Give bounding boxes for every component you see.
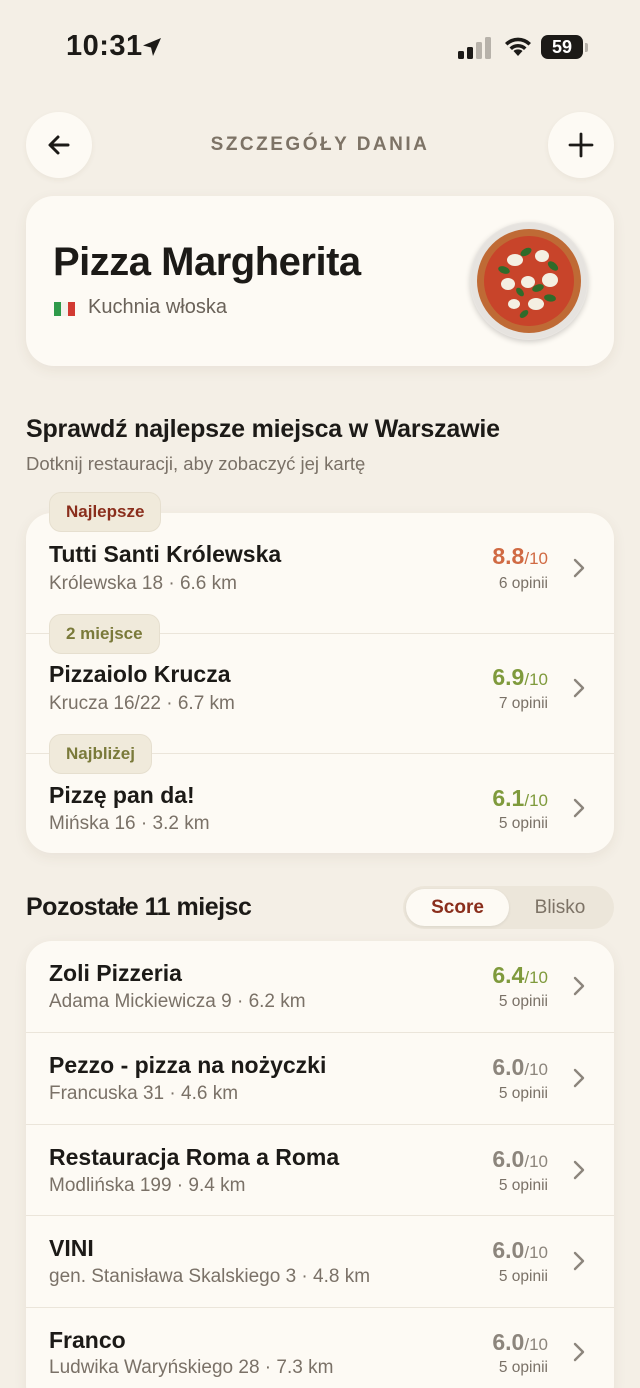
restaurant-address: gen. Stanisława Skalskiego 3 · 4.8 km [49, 1266, 371, 1287]
wifi-icon [505, 37, 531, 56]
chevron-right-icon [573, 1342, 585, 1362]
add-button[interactable] [548, 112, 614, 178]
restaurant-address: Francuska 31 · 4.6 km [49, 1083, 239, 1104]
divider [26, 1124, 614, 1125]
restaurant-reviews: 7 opinii [498, 695, 548, 712]
restaurant-score: 6.0/10 [492, 1146, 548, 1172]
restaurant-name: Tutti Santi Królewska [49, 541, 282, 567]
sort-score-option[interactable]: Score [406, 889, 509, 926]
restaurant-score: 8.8/10 [492, 543, 548, 569]
restaurant-address: Modlińska 199 · 9.4 km [49, 1175, 246, 1196]
restaurant-reviews: 5 opinii [498, 1085, 548, 1102]
best-places-subtitle: Dotknij restauracji, aby zobaczyć jej ka… [26, 453, 366, 474]
badge-second: 2 miejsce [49, 614, 160, 654]
chevron-right-icon [573, 976, 585, 996]
restaurant-score: 6.0/10 [492, 1329, 548, 1355]
sort-segmented-control: Score Blisko [403, 886, 614, 929]
restaurant-reviews: 5 opinii [498, 1177, 548, 1194]
restaurant-name: Zoli Pizzeria [49, 960, 182, 986]
restaurant-name: Restauracja Roma a Roma [49, 1144, 340, 1170]
restaurant-address: Krucza 16/22 · 6.7 km [49, 693, 235, 714]
restaurant-reviews: 5 opinii [498, 1359, 548, 1376]
chevron-right-icon [573, 1068, 585, 1088]
status-bar: 10:31 59 [0, 0, 640, 96]
restaurant-address: Królewska 18 · 6.6 km [49, 573, 237, 594]
chevron-right-icon [573, 798, 585, 818]
dish-cuisine: Kuchnia włoska [88, 296, 227, 318]
location-arrow-icon [143, 38, 161, 56]
restaurant-address: Adama Mickiewicza 9 · 6.2 km [49, 991, 306, 1012]
other-places-heading: Pozostałe 11 miejsc [26, 893, 252, 921]
chevron-right-icon [573, 558, 585, 578]
chevron-right-icon [573, 678, 585, 698]
restaurant-reviews: 6 opinii [498, 575, 548, 592]
restaurant-name: Pizzaiolo Krucza [49, 661, 231, 687]
page-title: SZCZEGÓŁY DANIA [210, 134, 430, 155]
restaurant-name: Franco [49, 1327, 126, 1353]
pizza-image [470, 222, 588, 340]
dish-details-screen: 10:31 59 SZCZEGÓŁY DANIA Pizza Margherit… [0, 0, 640, 1388]
badge-nearest: Najbliżej [49, 734, 152, 774]
restaurant-name: Pizzę pan da! [49, 782, 195, 808]
restaurant-reviews: 5 opinii [498, 1268, 548, 1285]
battery-cap [585, 43, 588, 52]
restaurant-score: 6.9/10 [492, 664, 548, 690]
divider [26, 1215, 614, 1216]
sort-nearby-option[interactable]: Blisko [509, 889, 611, 926]
restaurant-name: VINI [49, 1235, 94, 1261]
status-time: 10:31 [66, 30, 143, 62]
restaurant-address: Mińska 16 · 3.2 km [49, 813, 210, 834]
restaurant-score: 6.0/10 [492, 1237, 548, 1263]
plus-icon [568, 132, 594, 158]
dish-name: Pizza Margherita [53, 240, 361, 284]
dish-card: Pizza Margherita Kuchnia włoska [26, 196, 614, 366]
restaurant-reviews: 5 opinii [498, 993, 548, 1010]
italy-flag-icon [54, 302, 75, 316]
chevron-right-icon [573, 1160, 585, 1180]
divider [26, 1032, 614, 1033]
restaurant-name: Pezzo - pizza na nożyczki [49, 1052, 327, 1078]
cellular-signal-icon [458, 37, 492, 59]
restaurant-score: 6.4/10 [492, 962, 548, 988]
battery-icon: 59 [541, 35, 583, 59]
restaurant-address: Ludwika Waryńskiego 28 · 7.3 km [49, 1357, 334, 1378]
badge-best: Najlepsze [49, 492, 162, 532]
restaurant-score: 6.1/10 [492, 785, 548, 811]
divider [26, 1307, 614, 1308]
battery-level: 59 [551, 37, 573, 57]
best-places-heading: Sprawdź najlepsze miejsca w Warszawie [26, 415, 500, 443]
chevron-right-icon [573, 1251, 585, 1271]
restaurant-score: 6.0/10 [492, 1054, 548, 1080]
restaurant-reviews: 5 opinii [498, 815, 548, 832]
